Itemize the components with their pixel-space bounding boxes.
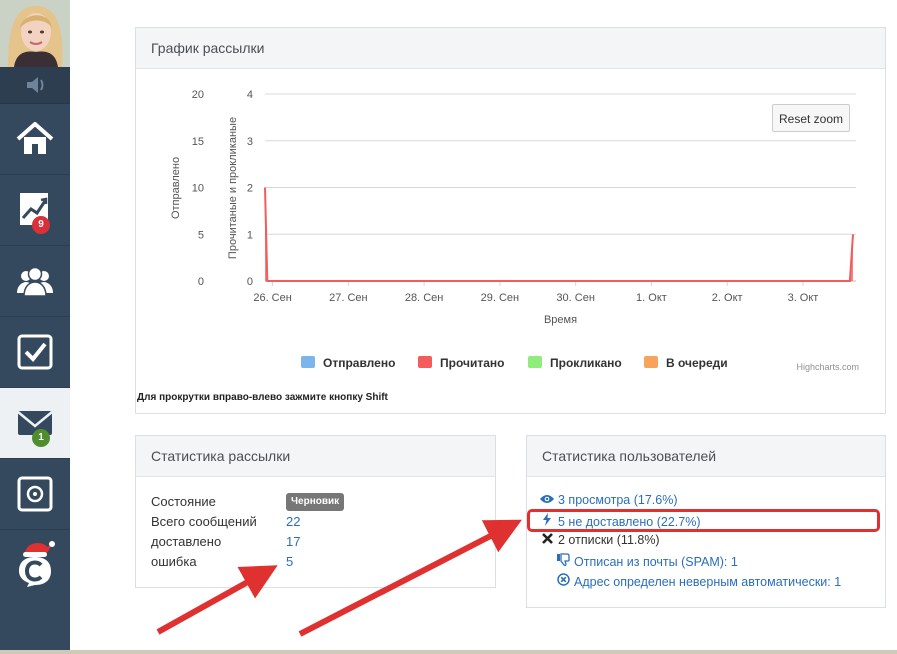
x-circle-icon	[556, 573, 570, 589]
x-icon	[540, 533, 554, 547]
bottom-strip	[0, 650, 897, 654]
stat-label-total: Всего сообщений	[151, 514, 257, 529]
y-left-tick-label: 10	[192, 183, 204, 195]
views-link[interactable]: 3 просмотра (17.6%)	[540, 493, 678, 507]
stat-label-delivered: доставлено	[151, 534, 222, 549]
stat-value-total[interactable]: 22	[286, 514, 300, 529]
x-tick-label: 27. Сен	[329, 292, 367, 304]
eye-icon	[540, 493, 554, 507]
mail-badge: 1	[32, 429, 50, 447]
sidebar-item-safe[interactable]	[0, 459, 70, 530]
legend-swatch	[301, 356, 315, 368]
spam-link[interactable]: Отписан из почты (SPAM): 1	[556, 553, 738, 569]
highcharts-credits[interactable]: Highcharts.com	[796, 362, 859, 372]
y-right-tick-label: 3	[247, 136, 253, 148]
legend-label: Прочитано	[440, 356, 504, 370]
x-tick-label: 1. Окт	[636, 292, 667, 304]
chart-panel-title: График рассылки	[136, 28, 885, 69]
sidebar: 9 1	[0, 0, 70, 654]
home-icon	[16, 122, 54, 154]
y-left-axis-title: Отправлено	[170, 157, 182, 219]
status-badge: Черновик	[286, 493, 345, 511]
legend-label: Отправлено	[323, 356, 395, 370]
unsubscribes-link[interactable]: 2 отписки (11.8%)	[540, 533, 660, 547]
mail-stats-title: Статистика рассылки	[136, 436, 495, 477]
legend-swatch	[528, 356, 542, 368]
legend-label: Прокликано	[550, 356, 622, 370]
x-tick-label: 26. Сен	[253, 292, 291, 304]
sidebar-item-users[interactable]	[0, 246, 70, 317]
x-tick-label: 29. Сен	[481, 292, 519, 304]
chart-panel: График рассылки 0 1 2 3 4 0 5 10 15 20 Отправлено П…	[135, 27, 886, 414]
invalid-address-link[interactable]: Адрес определен неверным автоматически: …	[556, 573, 841, 589]
y-right-tick-label: 2	[247, 183, 253, 195]
scroll-hint: Для прокрутки вправо-влево зажмите кнопк…	[137, 392, 388, 403]
thumbs-down-icon	[556, 553, 570, 569]
legend-swatch	[418, 356, 432, 368]
avatar[interactable]	[0, 0, 70, 67]
sidebar-item-tasks[interactable]	[0, 317, 70, 388]
sidebar-item-stats[interactable]: 9	[0, 175, 70, 246]
y-left-tick-label: 5	[198, 229, 204, 241]
y-left-tick-label: 15	[192, 136, 204, 148]
reset-zoom-button[interactable]: Reset zoom	[772, 104, 850, 132]
highlight-annotation	[527, 509, 880, 532]
stat-value-delivered[interactable]: 17	[286, 534, 300, 549]
users-icon	[17, 266, 53, 297]
legend-label: В очереди	[666, 356, 728, 370]
checkbox-icon	[17, 334, 53, 370]
y-right-axis-title: Прочитаные и прокликаные	[227, 117, 239, 259]
x-axis-title: Время	[544, 314, 577, 326]
y-right-tick-label: 1	[247, 229, 253, 241]
sidebar-item-mail[interactable]: 1	[0, 388, 70, 459]
sidebar-item-logo[interactable]	[0, 530, 70, 600]
stat-label-error: ошибка	[151, 554, 197, 569]
y-left-tick-label: 0	[198, 276, 204, 288]
y-right-tick-label: 4	[247, 89, 253, 101]
safe-icon	[17, 476, 53, 512]
sidebar-item-home[interactable]	[0, 104, 70, 175]
stat-value-error[interactable]: 5	[286, 554, 293, 569]
stat-label-state: Состояние	[151, 494, 216, 509]
sound-toggle[interactable]	[0, 67, 70, 104]
x-tick-label: 2. Окт	[712, 292, 743, 304]
y-left-tick-label: 20	[192, 89, 204, 101]
speaker-icon	[27, 77, 44, 93]
mail-stats-panel: Статистика рассылки Состояние Черновик В…	[135, 435, 496, 588]
y-right-tick-label: 0	[247, 276, 253, 288]
x-tick-label: 3. Окт	[788, 292, 819, 304]
x-tick-label: 30. Сен	[556, 292, 594, 304]
user-stats-title: Статистика пользователей	[527, 436, 885, 477]
x-tick-label: 28. Сен	[405, 292, 443, 304]
santa-logo-icon	[19, 541, 55, 587]
stats-badge: 9	[32, 216, 50, 234]
legend-swatch	[644, 356, 658, 368]
